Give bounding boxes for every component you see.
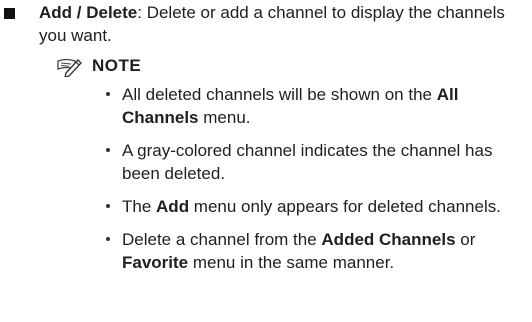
square-bullet-icon: [4, 8, 15, 19]
note-3-bold-1: Add: [156, 197, 190, 216]
bullet-dot-icon: [106, 148, 110, 152]
note-1-text-1: All deleted channels will be shown on th…: [122, 85, 437, 104]
add-delete-term: Add / Delete: [39, 3, 138, 22]
manual-page: Add / Delete: Delete or add a channel to…: [0, 0, 532, 322]
note-item-2: A gray-colored channel indicates the cha…: [106, 139, 516, 185]
note-4-bold-2: Favorite: [122, 253, 189, 272]
note-2-text-1: A gray-colored channel indicates the cha…: [122, 141, 493, 183]
bullet-dot-icon: [106, 92, 110, 96]
note-4-text-1: Delete a channel from the: [122, 230, 322, 249]
note-header: NOTE: [56, 54, 141, 78]
note-item-4: Delete a channel from the Added Channels…: [106, 228, 516, 274]
note-3-text-1: The: [122, 197, 157, 216]
note-title: NOTE: [92, 56, 142, 75]
pencil-note-icon: [56, 55, 82, 78]
note-3-text-2: menu only appears for deleted channels.: [189, 197, 501, 216]
note-4-text-3: menu in the same manner.: [188, 253, 395, 272]
note-item-1: All deleted channels will be shown on th…: [106, 83, 516, 129]
note-4-bold-1: Added Channels: [321, 230, 456, 249]
note-4-text-2: or: [455, 230, 476, 249]
note-item-3: The Add menu only appears for deleted ch…: [106, 195, 516, 218]
bullet-dot-icon: [106, 204, 110, 208]
add-delete-description: Add / Delete: Delete or add a channel to…: [39, 1, 519, 47]
bullet-dot-icon: [106, 237, 110, 241]
note-1-text-2: menu.: [198, 108, 251, 127]
note-list: All deleted channels will be shown on th…: [106, 83, 516, 284]
